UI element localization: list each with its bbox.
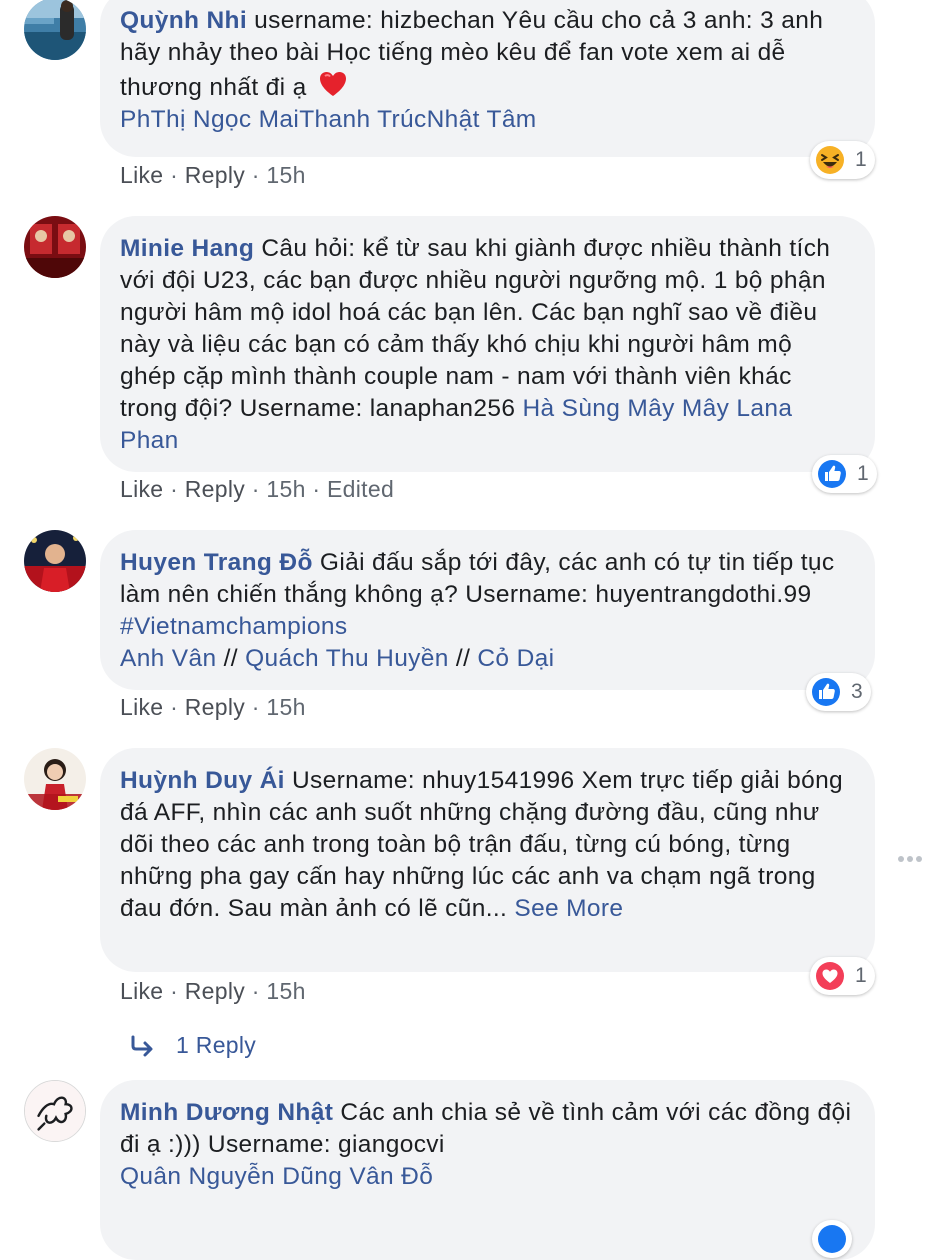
reaction-count: 1 (855, 148, 867, 171)
tag-link[interactable]: Hà Sùng Mây Mây (522, 395, 729, 422)
comment-actions: Like · Reply · 15h (120, 694, 306, 720)
like-icon (811, 677, 841, 707)
timestamp[interactable]: 15h (266, 978, 305, 1004)
comment-author[interactable]: Huyen Trang Đỗ (120, 549, 313, 576)
comment-bubble: Huyen Trang Đỗ Giải đấu sắp tới đây, các… (100, 530, 875, 690)
reply-arrow-icon (131, 1035, 153, 1056)
reaction-summary[interactable]: 3 (806, 673, 871, 711)
reaction-summary[interactable] (812, 1220, 852, 1258)
comment-actions: Like · Reply · 15h (120, 162, 306, 188)
like-icon (817, 459, 847, 489)
tag-link[interactable]: Ph (120, 106, 151, 133)
reaction-count: 1 (855, 964, 867, 987)
like-link[interactable]: Like (120, 978, 163, 1004)
view-replies-link[interactable]: 1 Reply (130, 1032, 256, 1059)
reaction-summary[interactable]: 1 (810, 957, 875, 995)
comment-bubble: Quỳnh Nhi username: hizbechan Yêu cầu ch… (100, 0, 875, 157)
tag-link[interactable]: Thị Ngọc Mai (151, 106, 300, 133)
hashtag-link[interactable]: #Vietnamchampions (120, 613, 348, 640)
avatar[interactable] (24, 1080, 86, 1142)
reaction-summary[interactable]: 1 (810, 141, 875, 179)
comment-bubble: Minh Dương Nhật Các anh chia sẻ về tình … (100, 1080, 875, 1260)
reply-link[interactable]: Reply (185, 476, 245, 502)
tag-link[interactable]: Anh Vân (120, 645, 216, 672)
timestamp[interactable]: 15h (266, 476, 305, 502)
comment-bubble: Minie Hang Câu hỏi: kể từ sau khi giành … (100, 216, 875, 472)
like-link[interactable]: Like (120, 694, 163, 720)
tag-link[interactable]: Dũng Vân Đỗ (282, 1163, 433, 1190)
heart-emoji-icon (318, 69, 348, 99)
like-link[interactable]: Like (120, 476, 163, 502)
see-more-link[interactable]: See More (514, 895, 623, 922)
comment-text: Câu hỏi: kể từ sau khi giành được nhiều … (120, 235, 831, 422)
comment-author[interactable]: Quỳnh Nhi (120, 7, 247, 34)
reply-link[interactable]: Reply (185, 978, 245, 1004)
comment-author[interactable]: Minie Hang (120, 235, 254, 262)
like-link[interactable]: Like (120, 162, 163, 188)
like-icon (817, 1224, 847, 1254)
comment-actions: Like · Reply · 15h · Edited (120, 476, 395, 502)
tag-link[interactable]: Thanh Trúc (299, 106, 426, 133)
replies-count-label: 1 Reply (176, 1032, 257, 1058)
avatar-photo-red (24, 216, 86, 278)
avatar-drawing (25, 1081, 85, 1141)
comment-bubble: Huỳnh Duy Ái Username: nhuy1541996 Xem t… (100, 748, 875, 972)
reaction-count: 3 (851, 680, 863, 703)
comment-author[interactable]: Minh Dương Nhật (120, 1099, 333, 1126)
avatar-photo-pool (24, 0, 86, 60)
haha-icon (815, 145, 845, 175)
reaction-count: 1 (857, 462, 869, 485)
love-icon (815, 961, 845, 991)
timestamp[interactable]: 15h (266, 162, 305, 188)
more-options-icon[interactable] (898, 853, 924, 865)
tag-link[interactable]: Quân Nguyễn (120, 1163, 275, 1190)
avatar-photo-girl (24, 748, 86, 810)
avatar-photo-stadium (24, 530, 86, 592)
timestamp[interactable]: 15h (266, 694, 305, 720)
avatar[interactable] (24, 216, 86, 278)
comment-actions: Like · Reply · 15h (120, 978, 306, 1004)
avatar[interactable] (24, 748, 86, 810)
comment-author[interactable]: Huỳnh Duy Ái (120, 767, 285, 794)
avatar[interactable] (24, 0, 86, 60)
edited-label[interactable]: Edited (327, 476, 394, 502)
tag-link[interactable]: Cỏ Dại (477, 645, 554, 672)
tag-link[interactable]: Quách Thu Huyền (245, 645, 449, 672)
avatar[interactable] (24, 530, 86, 592)
tag-link[interactable]: Nhật Tâm (427, 106, 537, 133)
reply-link[interactable]: Reply (185, 694, 245, 720)
reaction-summary[interactable]: 1 (812, 455, 877, 493)
reply-link[interactable]: Reply (185, 162, 245, 188)
